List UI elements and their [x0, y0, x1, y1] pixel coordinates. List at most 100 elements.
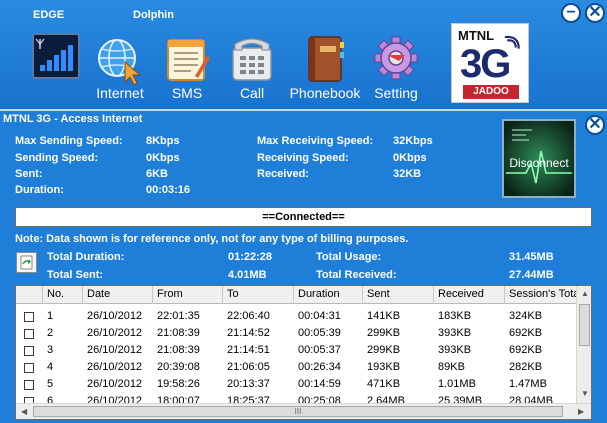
cell-from: 22:01:35 — [157, 310, 200, 322]
sent-value: 6KB — [146, 168, 169, 180]
table-row[interactable]: 4 26/10/2012 20:39:08 21:06:05 00:26:34 193KB… — [16, 359, 576, 376]
scroll-right-icon[interactable]: ▶ — [578, 407, 584, 416]
network-type-label: EDGE — [33, 9, 65, 21]
toolbar-internet-button[interactable]: Internet — [92, 34, 148, 106]
horizontal-scrollbar[interactable]: ◀ III ▶ — [16, 403, 591, 419]
received-value: 32KB — [393, 168, 422, 180]
cell-sent: 299KB — [367, 344, 401, 356]
cell-duration: 00:05:37 — [298, 344, 341, 356]
cell-received: 393KB — [438, 344, 472, 356]
history-refresh-button[interactable] — [16, 252, 37, 273]
column-header-sent[interactable]: Sent — [363, 286, 434, 304]
toolbar-setting-label: Setting — [374, 85, 418, 101]
vertical-scroll-thumb[interactable] — [579, 304, 590, 346]
cell-sent: 471KB — [367, 378, 401, 390]
column-header-from[interactable]: From — [153, 286, 223, 304]
toolbar-call-button[interactable]: Call — [228, 34, 276, 106]
cell-to: 22:06:40 — [227, 310, 270, 322]
column-header-received[interactable]: Received — [434, 286, 505, 304]
cell-date: 26/10/2012 — [87, 378, 143, 390]
row-checkbox[interactable] — [24, 312, 34, 322]
cell-duration: 00:14:59 — [298, 378, 341, 390]
cell-from: 20:39:08 — [157, 361, 200, 373]
table-row[interactable]: 2 26/10/2012 21:08:39 21:14:52 00:05:39 299KB… — [16, 325, 576, 342]
minimize-button[interactable]: − — [561, 3, 581, 23]
telephone-icon — [232, 38, 272, 81]
max-receiving-speed-value: 32Kbps — [393, 135, 433, 147]
minimize-icon: − — [566, 4, 576, 21]
toolbar-call-label: Call — [239, 85, 265, 101]
row-checkbox[interactable] — [24, 329, 34, 339]
table-row[interactable]: 5 26/10/2012 19:58:26 20:13:37 00:14:59 471KB… — [16, 376, 576, 393]
recycle-icon — [20, 255, 33, 270]
cell-date: 26/10/2012 — [87, 361, 143, 373]
cell-sent: 299KB — [367, 327, 401, 339]
logo-mtnl-text: MTNL — [458, 28, 495, 43]
row-checkbox[interactable] — [24, 380, 34, 390]
max-sending-speed-value: 8Kbps — [146, 135, 180, 147]
scroll-down-icon[interactable]: ▼ — [581, 389, 589, 398]
stat-label: Max Sending Speed: — [15, 135, 123, 147]
cell-session-total: 692KB — [509, 344, 543, 356]
gear-icon — [374, 36, 418, 80]
total-duration-label: Total Duration: — [47, 251, 125, 263]
table-row[interactable]: 1 26/10/2012 22:01:35 22:06:40 00:04:31 141KB… — [16, 308, 576, 325]
vertical-scrollbar[interactable]: ▲ ▼ — [576, 286, 591, 403]
session-history-table: No. Date From To Duration Sent Received … — [15, 285, 592, 420]
toolbar: EDGE Dolphin − ✕ Internet SMS Call Phone… — [0, 0, 607, 109]
cell-no: 1 — [47, 310, 54, 322]
receiving-speed-value: 0Kbps — [393, 152, 427, 164]
stat-label: Receiving Speed: — [257, 152, 349, 164]
cell-received: 89KB — [438, 361, 465, 373]
horizontal-scroll-thumb[interactable]: III — [33, 406, 563, 417]
column-header-session-total[interactable]: Session's Total — [505, 286, 576, 304]
select-column-header[interactable] — [16, 286, 43, 304]
cell-date: 26/10/2012 — [87, 310, 143, 322]
logo-3g-text: 3G — [460, 42, 511, 86]
cell-to: 21:06:05 — [227, 361, 270, 373]
cell-to: 20:13:37 — [227, 378, 270, 390]
scroll-left-icon[interactable]: ◀ — [21, 407, 27, 416]
toolbar-internet-label: Internet — [96, 85, 144, 101]
logo-jadoo-text: JADOO — [463, 85, 519, 99]
column-header-no[interactable]: No. — [43, 286, 83, 304]
scroll-up-icon[interactable]: ▲ — [581, 289, 589, 298]
toolbar-phonebook-button[interactable]: Phonebook — [287, 34, 363, 106]
mtnl-3g-jadoo-logo: MTNL 3G JADOO — [451, 23, 529, 103]
cell-session-total: 692KB — [509, 327, 543, 339]
column-header-duration[interactable]: Duration — [294, 286, 363, 304]
cell-sent: 141KB — [367, 310, 401, 322]
billing-note: Note: Data shown is for reference only, … — [15, 233, 409, 245]
cell-duration: 00:05:39 — [298, 327, 341, 339]
cell-received: 1.01MB — [438, 378, 476, 390]
table-row[interactable]: 3 26/10/2012 21:08:39 21:14:51 00:05:37 299KB… — [16, 342, 576, 359]
book-icon — [308, 36, 344, 82]
row-checkbox[interactable] — [24, 363, 34, 373]
cell-from: 21:08:39 — [157, 327, 200, 339]
operator-label: Dolphin — [133, 9, 174, 21]
toolbar-setting-button[interactable]: Setting — [370, 34, 422, 106]
stat-label: Max Receiving Speed: — [257, 135, 374, 147]
panel-close-button[interactable]: ✕ — [585, 115, 605, 135]
cell-to: 21:14:52 — [227, 327, 270, 339]
cell-duration: 00:26:34 — [298, 361, 341, 373]
cell-session-total: 282KB — [509, 361, 543, 373]
row-checkbox[interactable] — [24, 346, 34, 356]
close-button[interactable]: ✕ — [585, 3, 605, 23]
cell-duration: 00:04:31 — [298, 310, 341, 322]
sending-speed-value: 0Kbps — [146, 152, 180, 164]
stat-label: Sending Speed: — [15, 152, 99, 164]
cell-no: 3 — [47, 344, 54, 356]
cell-from: 19:58:26 — [157, 378, 200, 390]
duration-value: 00:03:16 — [146, 184, 191, 196]
column-header-to[interactable]: To — [223, 286, 294, 304]
cell-no: 2 — [47, 327, 54, 339]
column-header-date[interactable]: Date — [83, 286, 153, 304]
toolbar-sms-button[interactable]: SMS — [162, 34, 212, 106]
total-received-value: 27.44MB — [509, 269, 554, 281]
table-header: No. Date From To Duration Sent Received … — [16, 286, 576, 304]
close-icon: ✕ — [588, 4, 602, 21]
disconnect-button[interactable]: Disconnect — [502, 119, 576, 198]
cell-date: 26/10/2012 — [87, 344, 143, 356]
total-usage-label: Total Usage: — [316, 251, 382, 263]
